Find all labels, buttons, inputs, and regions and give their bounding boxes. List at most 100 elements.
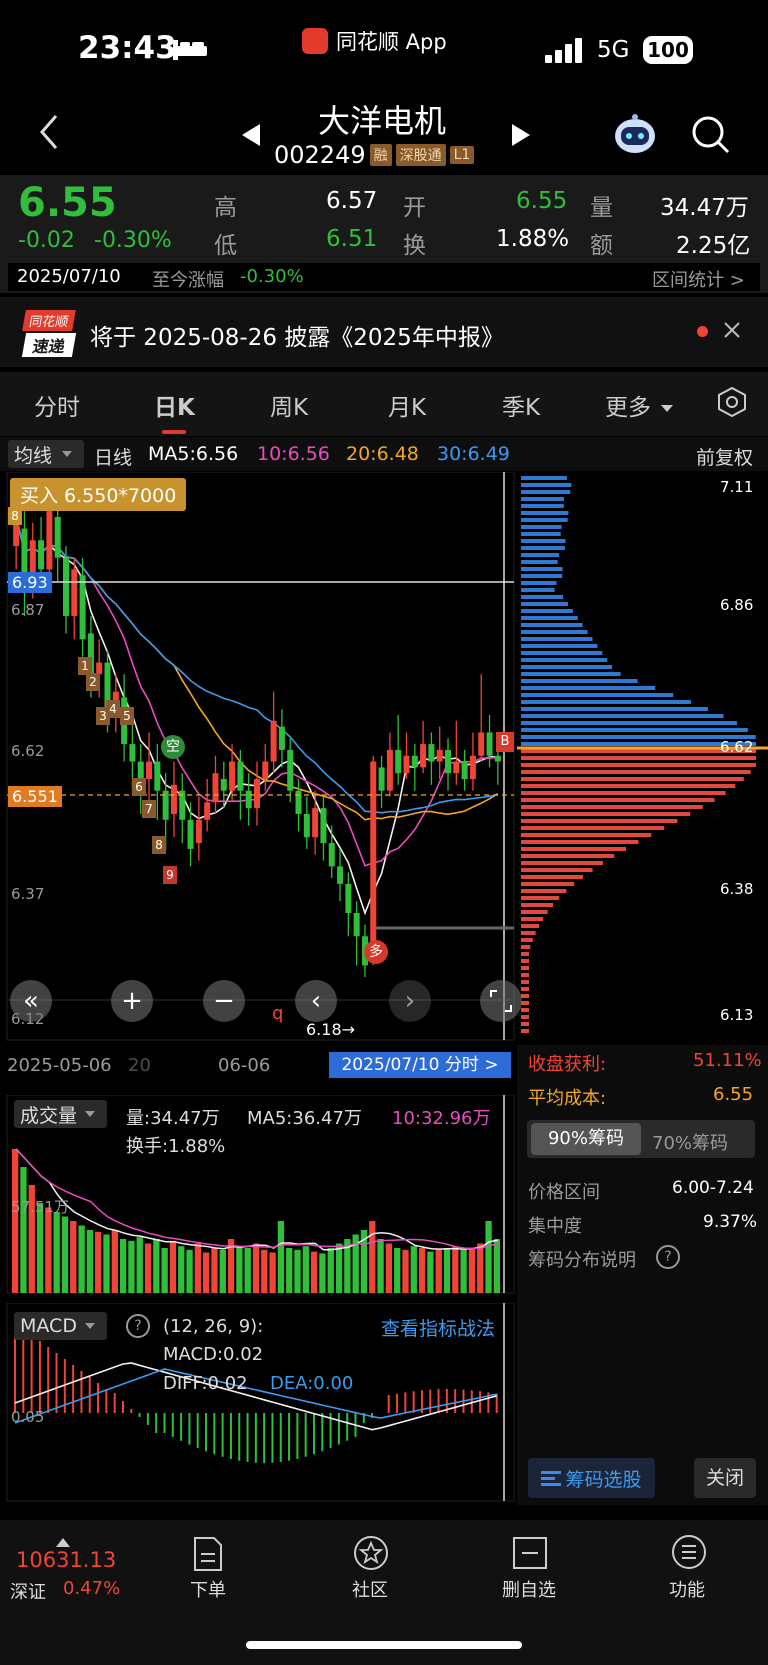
- buy-point-badge: B: [496, 732, 514, 752]
- tab-chip-90[interactable]: 90%筹码: [531, 1123, 641, 1155]
- candle-body: [287, 749, 294, 791]
- volume-bar: [128, 1240, 135, 1293]
- back-button[interactable]: [36, 112, 62, 156]
- chip-bar: [521, 595, 564, 599]
- macd-params: (12, 26, 9):: [163, 1316, 264, 1337]
- turnover-value: 1.88%: [496, 226, 570, 252]
- chip-bar: [521, 546, 565, 550]
- date-strip: [8, 263, 760, 291]
- chip-bar: [521, 693, 674, 697]
- volume-bar: [95, 1231, 102, 1293]
- volume-bar: [219, 1249, 226, 1293]
- next-stock-button[interactable]: [510, 122, 532, 152]
- volume-bar: [410, 1246, 417, 1293]
- volume-bar: [111, 1230, 118, 1293]
- bear-signal-badge: 空: [161, 735, 185, 759]
- lowest-price-label: 6.18→: [306, 1020, 356, 1039]
- chevron-down-icon: [84, 1323, 95, 1329]
- volume-bar: [161, 1248, 168, 1293]
- tab-weekly[interactable]: 周K: [270, 388, 308, 422]
- close-icon: [724, 322, 740, 338]
- macd-strategy-link[interactable]: 查看指标战法: [381, 1314, 495, 1341]
- tab-monthly[interactable]: 月K: [388, 388, 426, 422]
- chip-bar: [521, 567, 563, 571]
- zoom-in-button[interactable]: +: [111, 980, 153, 1022]
- chevron-down-icon: [661, 398, 673, 417]
- chip-select-button[interactable]: 筹码选股: [528, 1458, 655, 1498]
- nav-functions[interactable]: 功能: [669, 1576, 705, 1602]
- volume-bar: [45, 1207, 52, 1293]
- indicator-select[interactable]: 均线: [8, 440, 85, 468]
- chip-bar: [521, 910, 548, 914]
- double-chevron-left-icon: «: [23, 986, 39, 1016]
- nav-remove-watchlist[interactable]: 删自选: [502, 1576, 556, 1602]
- chip-info-panel: [517, 1045, 768, 1505]
- chip-explain-link[interactable]: 筹码分布说明: [528, 1246, 636, 1272]
- chip-bar: [521, 903, 554, 907]
- tab-quarterly[interactable]: 季K: [502, 388, 540, 422]
- chevron-right-icon: ›: [404, 986, 416, 1016]
- triangle-right-icon: [512, 124, 530, 146]
- logo-top-text: 同花顺: [22, 310, 76, 331]
- dea-value: DEA:0.00: [270, 1373, 354, 1394]
- volume-bar: [236, 1246, 243, 1293]
- stock-name: 大洋电机: [318, 102, 447, 140]
- scroll-start-button[interactable]: «: [10, 980, 52, 1022]
- macd-help-icon[interactable]: ?: [126, 1314, 150, 1338]
- open-label: 开: [403, 195, 426, 221]
- volume-bar: [61, 1216, 69, 1293]
- avg-cost-label: 平均成本:: [528, 1088, 607, 1109]
- candle-body: [245, 790, 252, 809]
- volume-value: 34.47万: [660, 195, 749, 221]
- volume-bar: [418, 1248, 426, 1293]
- chip-bar: [521, 728, 748, 732]
- app-indicator: 同花顺 App: [302, 26, 447, 56]
- robot-assistant-button[interactable]: [612, 112, 658, 162]
- settings-button[interactable]: [716, 386, 748, 422]
- candle-body: [146, 761, 153, 780]
- chip-bar: [521, 518, 568, 522]
- chevron-left-icon: ‹: [310, 986, 322, 1016]
- close-notice-button[interactable]: [722, 320, 742, 344]
- profit-value: 51.11%: [693, 1050, 762, 1071]
- volume-bar: [119, 1239, 127, 1293]
- fullscreen-button[interactable]: [480, 980, 522, 1022]
- tab-intraday[interactable]: 分时: [34, 388, 80, 422]
- index-name: 深证: [10, 1582, 46, 1603]
- tab-chip-70[interactable]: 70%筹码: [652, 1129, 728, 1155]
- chip-bar: [521, 483, 572, 487]
- kline-chart[interactable]: [0, 472, 515, 1042]
- macd-indicator-select[interactable]: MACD: [14, 1312, 107, 1340]
- volume-bar: [12, 1149, 19, 1293]
- volume-bar: [286, 1248, 293, 1293]
- crosshair-price-label: 6.93: [8, 572, 52, 593]
- chip-bar: [521, 938, 533, 942]
- index-value[interactable]: 10631.13: [16, 1548, 116, 1572]
- app-logo-icon: [302, 28, 328, 54]
- td-sequence-number: 8: [152, 836, 166, 854]
- search-button[interactable]: [690, 114, 732, 160]
- hexagon-settings-icon: [718, 386, 746, 418]
- nav-order[interactable]: 下单: [190, 1576, 226, 1602]
- volume-bar: [203, 1252, 210, 1293]
- tab-daily[interactable]: 日K: [154, 388, 195, 422]
- tab-more[interactable]: 更多: [605, 388, 651, 422]
- chip-close-button[interactable]: 关闭: [694, 1458, 756, 1498]
- help-icon[interactable]: ?: [656, 1245, 680, 1269]
- volume-bar: [78, 1225, 85, 1293]
- home-indicator: [246, 1641, 522, 1649]
- prev-stock-button[interactable]: [240, 122, 262, 152]
- range-stat-link[interactable]: 区间统计 >: [652, 266, 745, 292]
- plus-icon: +: [121, 986, 143, 1016]
- amount-label: 额: [590, 233, 613, 259]
- zoom-out-button[interactable]: −: [203, 980, 245, 1022]
- candle-body: [386, 749, 393, 791]
- adjust-mode[interactable]: 前复权: [696, 443, 753, 470]
- scroll-left-button[interactable]: ‹: [295, 980, 337, 1022]
- candle-body: [411, 755, 418, 768]
- current-price-label: 6.551: [8, 786, 62, 807]
- scroll-right-button[interactable]: ›: [389, 980, 431, 1022]
- volume-bar: [468, 1248, 476, 1293]
- nav-community[interactable]: 社区: [352, 1576, 388, 1602]
- intraday-link[interactable]: 2025/07/10 分时 >: [329, 1052, 511, 1078]
